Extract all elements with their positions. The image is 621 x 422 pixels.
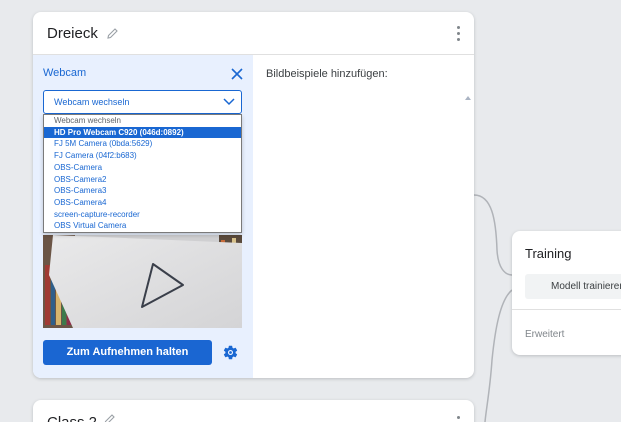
class-title[interactable]: Dreieck [47,25,98,42]
class-card-2: Class 2 [33,400,474,422]
divider [512,309,621,310]
webcam-select[interactable]: Webcam wechseln [43,90,242,114]
more-options-icon[interactable] [457,416,460,422]
chevron-down-icon [223,98,235,106]
dropdown-option[interactable]: screen-capture-recorder [44,209,241,221]
samples-label: Bildbeispiele hinzufügen: [266,68,388,80]
dropdown-option-selected[interactable]: HD Pro Webcam C920 (046d:0892) [44,126,241,139]
training-card: Training Modell trainieren Erweitert [512,231,621,355]
webcam-preview [43,235,242,328]
webcam-dropdown-list: Webcam wechseln HD Pro Webcam C920 (046d… [43,114,242,234]
train-model-button[interactable]: Modell trainieren [525,274,621,299]
dropdown-option[interactable]: FJ 5M Camera (0bda:5629) [44,138,241,150]
close-icon[interactable] [230,67,244,81]
dropdown-option[interactable]: Webcam wechseln [44,115,241,127]
dropdown-option[interactable]: OBS-Camera2 [44,174,241,186]
more-options-icon[interactable] [457,26,460,41]
training-title: Training [525,246,572,261]
class-2-title[interactable]: Class 2 [47,414,97,422]
dropdown-option[interactable]: FJ Camera (04f2:b683) [44,150,241,162]
scroll-up-icon[interactable] [465,96,471,100]
webcam-label: Webcam [43,67,87,79]
webcam-select-value: Webcam wechseln [54,97,130,107]
class-card-header: Dreieck [33,12,474,55]
webcam-panel: Webcam Webcam wechseln Webcam wechseln H… [33,55,253,378]
dropdown-option[interactable]: OBS-Camera3 [44,185,241,197]
dropdown-option[interactable]: OBS-Camera [44,162,241,174]
edit-pencil-icon[interactable] [106,27,119,40]
gear-icon[interactable] [222,344,239,361]
advanced-toggle[interactable]: Erweitert [525,329,564,340]
class-card: Dreieck Webcam Webcam wechseln Webcam we… [33,12,474,378]
dropdown-option[interactable]: OBS-Camera4 [44,197,241,209]
edit-pencil-icon[interactable] [103,413,116,422]
dropdown-option[interactable]: OBS Virtual Camera [44,220,241,232]
hold-to-record-button[interactable]: Zum Aufnehmen halten [43,340,212,365]
